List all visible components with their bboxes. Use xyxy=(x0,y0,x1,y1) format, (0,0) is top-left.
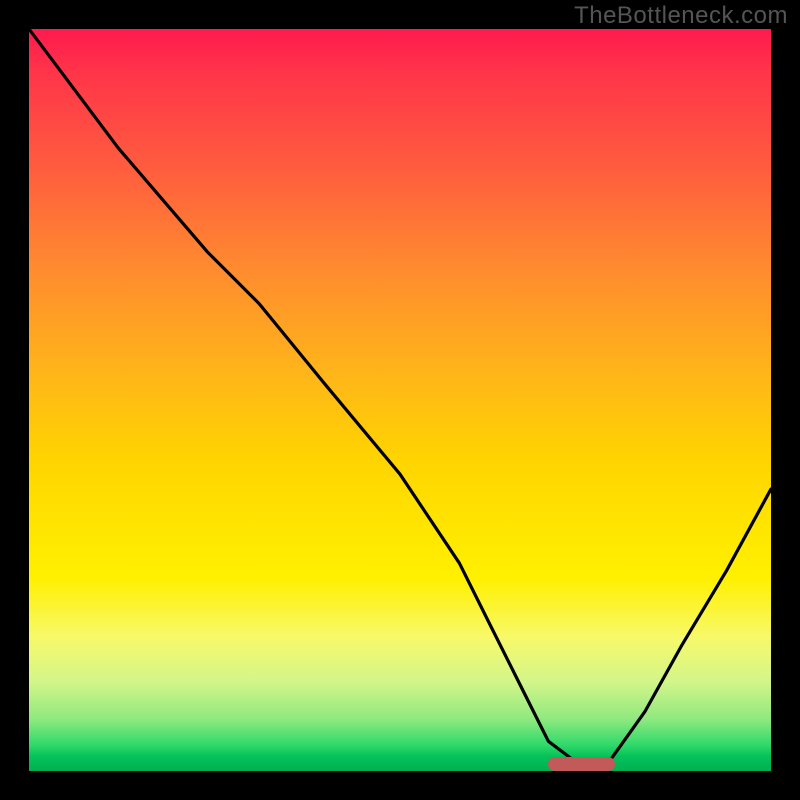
watermark-text: TheBottleneck.com xyxy=(574,2,788,30)
chart-frame: TheBottleneck.com xyxy=(0,0,800,800)
curve-overlay xyxy=(29,29,771,771)
plot-area xyxy=(29,29,771,771)
minimum-marker xyxy=(548,757,615,771)
bottleneck-curve xyxy=(29,29,771,764)
